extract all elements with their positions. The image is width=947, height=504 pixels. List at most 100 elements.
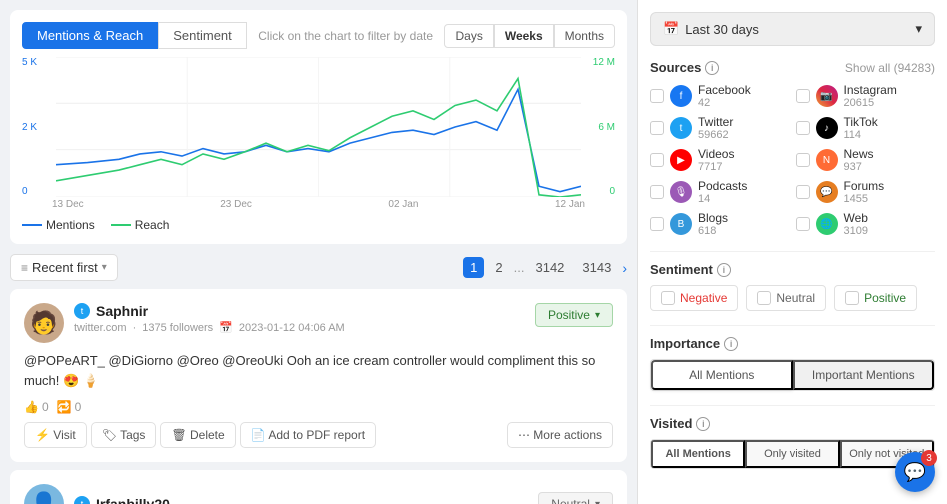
pdf-report-button[interactable]: 📄 Add to PDF report	[240, 422, 376, 448]
period-months[interactable]: Months	[554, 24, 615, 48]
divider-2	[650, 325, 935, 326]
sentiment-positive-btn[interactable]: Positive	[834, 285, 917, 311]
news-icon: N	[816, 149, 838, 171]
post-date: 2023-01-12 04:06 AM	[239, 322, 345, 334]
divider-1	[650, 251, 935, 252]
visited-section-title: Visited i	[650, 416, 935, 431]
twitter-icon-2: t	[74, 496, 90, 504]
forums-icon: 💬	[816, 181, 838, 203]
sentiment-filters: Negative Neutral Positive	[650, 285, 935, 311]
post-content: @POPeART_ @DiGiorno @Oreo @OreoUki Ooh a…	[24, 351, 613, 390]
neutral-checkbox	[757, 291, 771, 305]
source-podcasts: 🎙 Podcasts 14	[650, 179, 790, 205]
more-actions-button[interactable]: ⋯ More actions	[507, 422, 613, 448]
positive-checkbox	[845, 291, 859, 305]
videos-icon: ▶	[670, 149, 692, 171]
period-days[interactable]: Days	[444, 24, 493, 48]
source-videos-checkbox[interactable]	[650, 153, 664, 167]
news-count: 937	[844, 161, 874, 173]
all-mentions-visited-btn[interactable]: All Mentions	[651, 440, 745, 468]
divider-3	[650, 405, 935, 406]
source-videos: ▶ Videos 7717	[650, 147, 790, 173]
follower-count: 1375 followers	[142, 322, 213, 334]
podcasts-icon: 🎙	[670, 181, 692, 203]
all-mentions-btn[interactable]: All Mentions	[651, 360, 793, 390]
important-mentions-btn[interactable]: Important Mentions	[793, 360, 935, 390]
source-blogs: B Blogs 618	[650, 211, 790, 237]
likes: 👍 0	[24, 400, 49, 414]
chart-tabs: Mentions & Reach Sentiment Click on the …	[22, 22, 615, 49]
sources-grid: f Facebook 42 📷 Instagram 20615 t Twitte…	[650, 83, 935, 237]
avatar: 🧑	[24, 303, 64, 343]
sort-dropdown[interactable]: ≡ Recent first ▾	[10, 254, 118, 281]
page-2[interactable]: 2	[488, 257, 509, 278]
sentiment-info-icon[interactable]: i	[717, 263, 731, 277]
source-forums-checkbox[interactable]	[796, 185, 810, 199]
page-1[interactable]: 1	[463, 257, 484, 278]
source-news-checkbox[interactable]	[796, 153, 810, 167]
chevron-down-icon: ▾	[915, 21, 922, 37]
blogs-icon: B	[670, 213, 692, 235]
chart-legend: Mentions Reach	[22, 218, 615, 232]
visited-buttons: All Mentions Only visited Only not visit…	[650, 439, 935, 469]
videos-count: 7717	[698, 161, 734, 173]
chart-hint: Click on the chart to filter by date	[247, 29, 445, 43]
sentiment-badge[interactable]: Positive ▾	[535, 303, 613, 327]
importance-buttons: All Mentions Important Mentions	[650, 359, 935, 391]
tab-sentiment[interactable]: Sentiment	[158, 22, 247, 49]
post-header: 🧑 t Saphnir twitter.com · 1375 followers…	[24, 303, 613, 343]
period-weeks[interactable]: Weeks	[494, 24, 554, 48]
sentiment-neutral-btn[interactable]: Neutral	[746, 285, 826, 311]
date-filter-button[interactable]: 📅 Last 30 days ▾	[650, 12, 935, 46]
sentiment-section-title: Sentiment i	[650, 262, 935, 277]
author-name: Saphnir	[96, 303, 148, 319]
author-row-2: t Irfanbilly20	[74, 496, 528, 504]
podcasts-label: Podcasts	[698, 179, 747, 193]
delete-button[interactable]: 🗑 Delete	[160, 422, 235, 448]
chart-svg-area[interactable]	[56, 57, 581, 197]
legend-mentions[interactable]: Mentions	[22, 218, 95, 232]
show-all-button[interactable]: Show all (94283)	[845, 61, 935, 75]
web-icon: 🌐	[816, 213, 838, 235]
twitter-icon-src: t	[670, 117, 692, 139]
tiktok-icon: ♪	[816, 117, 838, 139]
videos-label: Videos	[698, 147, 734, 161]
post-card-partial: 👤 t Irfanbilly20 Neutral ▾	[10, 470, 627, 504]
next-page-arrow[interactable]: ›	[622, 260, 627, 276]
facebook-count: 42	[698, 97, 751, 109]
source-tiktok-checkbox[interactable]	[796, 121, 810, 135]
sentiment-negative-btn[interactable]: Negative	[650, 285, 738, 311]
facebook-icon: f	[670, 85, 692, 107]
source-twitter-checkbox[interactable]	[650, 121, 664, 135]
instagram-icon: 📷	[816, 85, 838, 107]
source-twitter: t Twitter 59662	[650, 115, 790, 141]
sources-info-icon[interactable]: i	[705, 61, 719, 75]
page-3143[interactable]: 3143	[575, 257, 618, 278]
source-blogs-checkbox[interactable]	[650, 217, 664, 231]
importance-info-icon[interactable]: i	[724, 337, 738, 351]
tags-button[interactable]: 🏷 Tags	[91, 422, 157, 448]
visited-info-icon[interactable]: i	[696, 417, 710, 431]
chat-bubble-button[interactable]: 💬 3	[895, 452, 935, 492]
legend-reach[interactable]: Reach	[111, 218, 170, 232]
reactions-row: 👍 0 🔁 0	[24, 400, 613, 414]
web-count: 3109	[844, 225, 868, 237]
facebook-label: Facebook	[698, 83, 751, 97]
sentiment-badge-2[interactable]: Neutral ▾	[538, 492, 613, 504]
visit-button[interactable]: ⚡ Visit	[24, 422, 87, 448]
web-label: Web	[844, 211, 868, 225]
source-instagram-checkbox[interactable]	[796, 89, 810, 103]
period-tabs: Days Weeks Months	[444, 24, 615, 48]
only-visited-btn[interactable]: Only visited	[745, 440, 839, 468]
author-name-2: Irfanbilly20	[96, 496, 170, 504]
source-web: 🌐 Web 3109	[796, 211, 936, 237]
source-facebook-checkbox[interactable]	[650, 89, 664, 103]
source-tiktok: ♪ TikTok 114	[796, 115, 936, 141]
tiktok-label: TikTok	[844, 115, 878, 129]
negative-checkbox	[661, 291, 675, 305]
page-3142[interactable]: 3142	[528, 257, 571, 278]
source-web-checkbox[interactable]	[796, 217, 810, 231]
tab-mentions-reach[interactable]: Mentions & Reach	[22, 22, 158, 49]
source-podcasts-checkbox[interactable]	[650, 185, 664, 199]
post-card: 🧑 t Saphnir twitter.com · 1375 followers…	[10, 289, 627, 462]
